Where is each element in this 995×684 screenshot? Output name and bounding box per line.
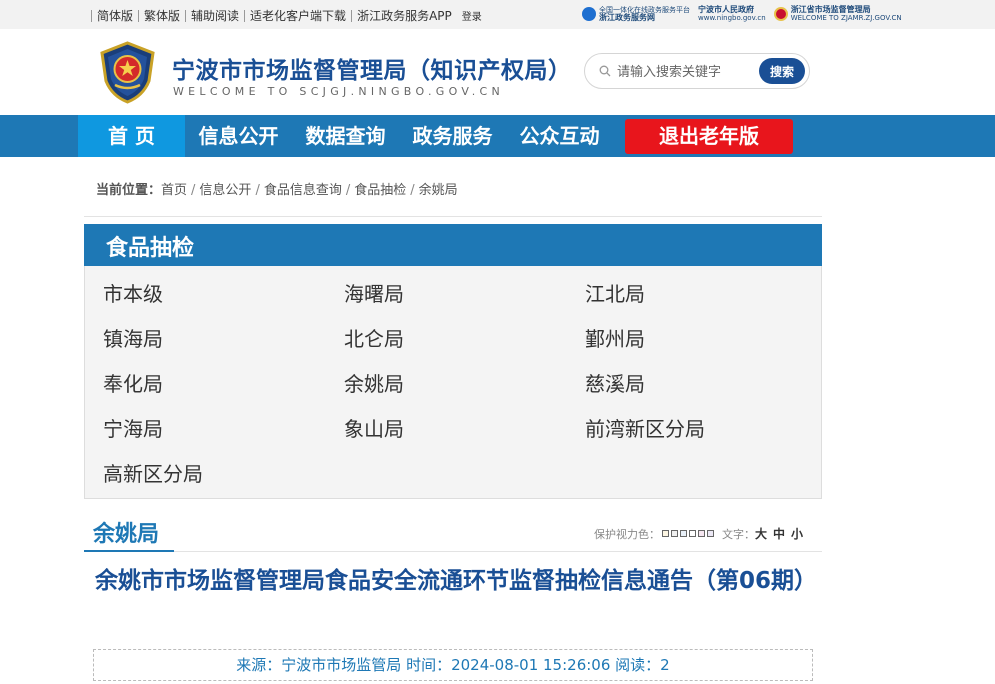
badge-caption: WELCOME TO ZJAMR.ZJ.GOV.CN bbox=[790, 14, 902, 22]
assisted-reading-link[interactable]: 辅助阅读 bbox=[191, 7, 239, 24]
section-title: 余姚局 bbox=[93, 522, 160, 547]
divider bbox=[91, 9, 92, 22]
breadcrumb-yuyao[interactable]: 余姚局 bbox=[419, 183, 458, 198]
font-size-label: 文字： bbox=[722, 527, 755, 541]
site-header: 宁波市市场监督管理局（知识产权局） WELCOME TO SCJGJ.NINGB… bbox=[0, 29, 995, 115]
badge-title: 浙江省市场监督管理局 bbox=[790, 5, 871, 14]
article-title: 余姚市市场监督管理局食品安全流通环节监督抽检信息通告（第06期） bbox=[95, 568, 818, 594]
color-swatch[interactable] bbox=[689, 530, 696, 537]
district-link[interactable]: 海曙局 bbox=[344, 278, 404, 307]
breadcrumb-information-disclosure[interactable]: 信息公开 bbox=[199, 183, 251, 198]
color-swatch[interactable] bbox=[671, 530, 678, 537]
zhejiang-app-link[interactable]: 浙江政务服务APP bbox=[357, 7, 452, 24]
color-swatch[interactable] bbox=[698, 530, 705, 537]
breadcrumb-separator: / bbox=[191, 183, 196, 198]
nav-public-interaction[interactable]: 公众互动 bbox=[506, 115, 613, 157]
nav-home[interactable]: 首 页 bbox=[78, 115, 185, 157]
divider bbox=[351, 9, 353, 22]
site-title: 宁波市市场监督管理局（知识产权局） bbox=[172, 58, 572, 84]
exit-elderly-mode-button[interactable]: 退出老年版 bbox=[625, 119, 793, 154]
partner-badges: 全国一体化在线政务服务平台 浙江政务服务网 宁波市人民政府 www.ningbo.g… bbox=[582, 4, 902, 24]
breadcrumb-food-info-query[interactable]: 食品信息查询 bbox=[264, 183, 342, 198]
color-swatch[interactable] bbox=[662, 530, 669, 537]
market-supervision-emblem-icon bbox=[100, 41, 155, 104]
badge-title: 宁波市人民政府 bbox=[698, 5, 754, 14]
article-meta: 来源：宁波市市场监管局 时间：2024-08-01 15:26:06 阅读：2 bbox=[93, 649, 813, 681]
district-link[interactable]: 高新区分局 bbox=[103, 458, 203, 487]
divider bbox=[138, 9, 140, 22]
section-title-underline bbox=[84, 550, 174, 552]
breadcrumb-food-sampling[interactable]: 食品抽检 bbox=[354, 183, 406, 198]
zhejiang-service-icon bbox=[582, 7, 596, 21]
login-link[interactable]: 登录 bbox=[462, 8, 482, 23]
search-input[interactable] bbox=[617, 62, 747, 82]
top-links: 简体版 繁体版 辅助阅读 适老化客户端下载 浙江政务服务APP 登录 bbox=[86, 7, 482, 24]
elderly-client-download-link[interactable]: 适老化客户端下载 bbox=[250, 7, 346, 24]
zjamr-badge[interactable]: 浙江省市场监督管理局 WELCOME TO ZJAMR.ZJ.GOV.CN bbox=[773, 4, 902, 24]
traditional-chinese-link[interactable]: 繁体版 bbox=[144, 7, 180, 24]
color-swatch[interactable] bbox=[707, 530, 714, 537]
breadcrumb-separator: / bbox=[345, 183, 351, 198]
district-link[interactable]: 前湾新区分局 bbox=[585, 413, 705, 442]
site-subtitle: WELCOME TO SCJGJ.NINGBO.GOV.CN bbox=[173, 85, 505, 98]
top-bar: 简体版 繁体版 辅助阅读 适老化客户端下载 浙江政务服务APP 登录 全国一体化… bbox=[0, 0, 995, 29]
district-list-panel: 市本级 海曙局 江北局 镇海局 北仑局 鄞州局 奉化局 余姚局 慈溪局 宁海局 … bbox=[84, 266, 822, 499]
district-link[interactable]: 慈溪局 bbox=[585, 368, 645, 397]
district-link[interactable]: 市本级 bbox=[103, 278, 163, 307]
divider bbox=[244, 9, 246, 22]
simplified-chinese-link[interactable]: 简体版 bbox=[97, 7, 133, 24]
divider bbox=[185, 9, 187, 22]
nav-data-query[interactable]: 数据查询 bbox=[292, 115, 399, 157]
panel-title: 食品抽检 bbox=[106, 236, 195, 261]
provincial-emblem-icon bbox=[773, 7, 788, 21]
breadcrumb-label: 当前位置： bbox=[96, 183, 162, 198]
district-link[interactable]: 镇海局 bbox=[103, 323, 163, 352]
divider bbox=[84, 551, 822, 552]
color-swatch[interactable] bbox=[680, 530, 687, 537]
ningbo-gov-badge[interactable]: 宁波市人民政府 www.ningbo.gov.cn bbox=[698, 4, 766, 24]
nav-information-disclosure[interactable]: 信息公开 bbox=[185, 115, 292, 157]
font-medium-button[interactable]: 中 bbox=[773, 525, 785, 542]
search-box: 搜索 bbox=[584, 53, 810, 89]
breadcrumb-separator: / bbox=[255, 183, 260, 198]
font-large-button[interactable]: 大 bbox=[755, 525, 767, 542]
district-link[interactable]: 鄞州局 bbox=[585, 323, 645, 352]
main-nav: 首 页 信息公开 数据查询 政务服务 公众互动 退出老年版 bbox=[0, 115, 995, 157]
district-link[interactable]: 象山局 bbox=[344, 413, 404, 442]
reading-tools: 保护视力色： 文字： 大 中 小 bbox=[594, 525, 803, 542]
breadcrumb-separator: / bbox=[410, 183, 415, 198]
district-link[interactable]: 宁海局 bbox=[103, 413, 163, 442]
district-link[interactable]: 奉化局 bbox=[103, 368, 163, 397]
zhejiang-service-badge[interactable]: 全国一体化在线政务服务平台 浙江政务服务网 bbox=[582, 4, 690, 24]
search-icon bbox=[599, 65, 611, 77]
district-link[interactable]: 余姚局 bbox=[344, 368, 404, 397]
breadcrumb-home[interactable]: 首页 bbox=[161, 183, 187, 198]
eye-protection-label: 保护视力色： bbox=[594, 527, 660, 541]
food-sampling-panel-header: 食品抽检 bbox=[84, 224, 822, 266]
district-link[interactable]: 北仑局 bbox=[344, 323, 404, 352]
nav-government-services[interactable]: 政务服务 bbox=[399, 115, 506, 157]
badge-title: 浙江政务服务网 bbox=[599, 13, 655, 22]
badge-caption: www.ningbo.gov.cn bbox=[698, 14, 766, 22]
font-small-button[interactable]: 小 bbox=[791, 525, 803, 542]
search-button[interactable]: 搜索 bbox=[759, 58, 805, 84]
district-link[interactable]: 江北局 bbox=[585, 278, 645, 307]
breadcrumb: 当前位置：首页 / 信息公开 / 食品信息查询 / 食品抽检 / 余姚局 bbox=[96, 179, 458, 198]
divider bbox=[84, 216, 822, 217]
